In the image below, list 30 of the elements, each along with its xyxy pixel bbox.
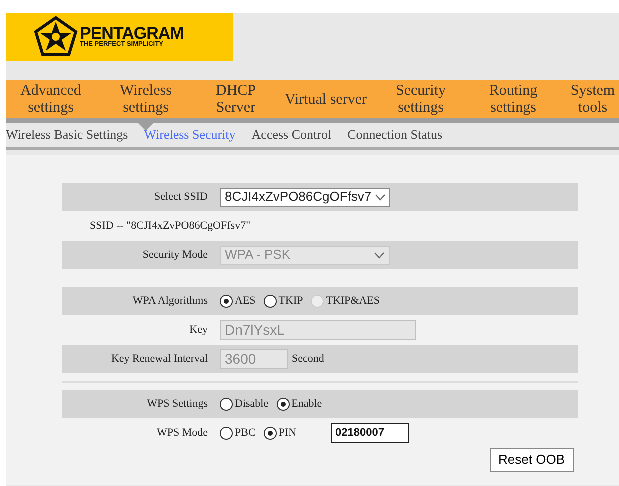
field-label: WPS Mode [156, 426, 208, 441]
radio-label: TKIP [278, 294, 304, 309]
field-label: WPS Settings [146, 396, 208, 412]
logo-text: PENTAGRAM [80, 25, 184, 42]
dropdown-chevron-icon [374, 194, 386, 200]
radio-label: TKIP&AES [326, 294, 380, 309]
field-label: Key [188, 322, 208, 338]
field-label: Select SSID [154, 190, 208, 205]
dropdown-chevron-icon [374, 252, 385, 258]
radio-label: Enable [292, 396, 322, 412]
ssid-note: SSID -- "8CJI4xZvPO86CgOFfsv7" [89, 218, 251, 234]
radio-label: PIN [278, 426, 297, 441]
radio-button[interactable] [264, 426, 277, 440]
radio-label: Disable [235, 396, 269, 412]
radio-label: AES [235, 294, 256, 309]
pentagram-star-icon [34, 16, 78, 58]
radio-button[interactable] [276, 398, 290, 410]
unit-label: Second [292, 352, 324, 367]
dropdown[interactable]: 8CJI4xZvPO86CgOFfsv7 [220, 188, 390, 206]
radio-button[interactable] [264, 294, 277, 308]
radio-label: PBC [235, 426, 256, 441]
field-label: WPA Algorithms [132, 294, 208, 309]
radio-button[interactable] [220, 294, 233, 308]
radio-button[interactable] [220, 398, 233, 410]
pin-field[interactable]: 02180007 [330, 423, 409, 443]
menu-tab[interactable]: Wireless settings [96, 80, 196, 131]
field-label: Key Renewal Interval [110, 352, 208, 367]
field-label: Security Mode [142, 248, 208, 263]
radio-button[interactable] [220, 426, 233, 440]
reset-button[interactable]: Reset OOB [490, 448, 574, 472]
